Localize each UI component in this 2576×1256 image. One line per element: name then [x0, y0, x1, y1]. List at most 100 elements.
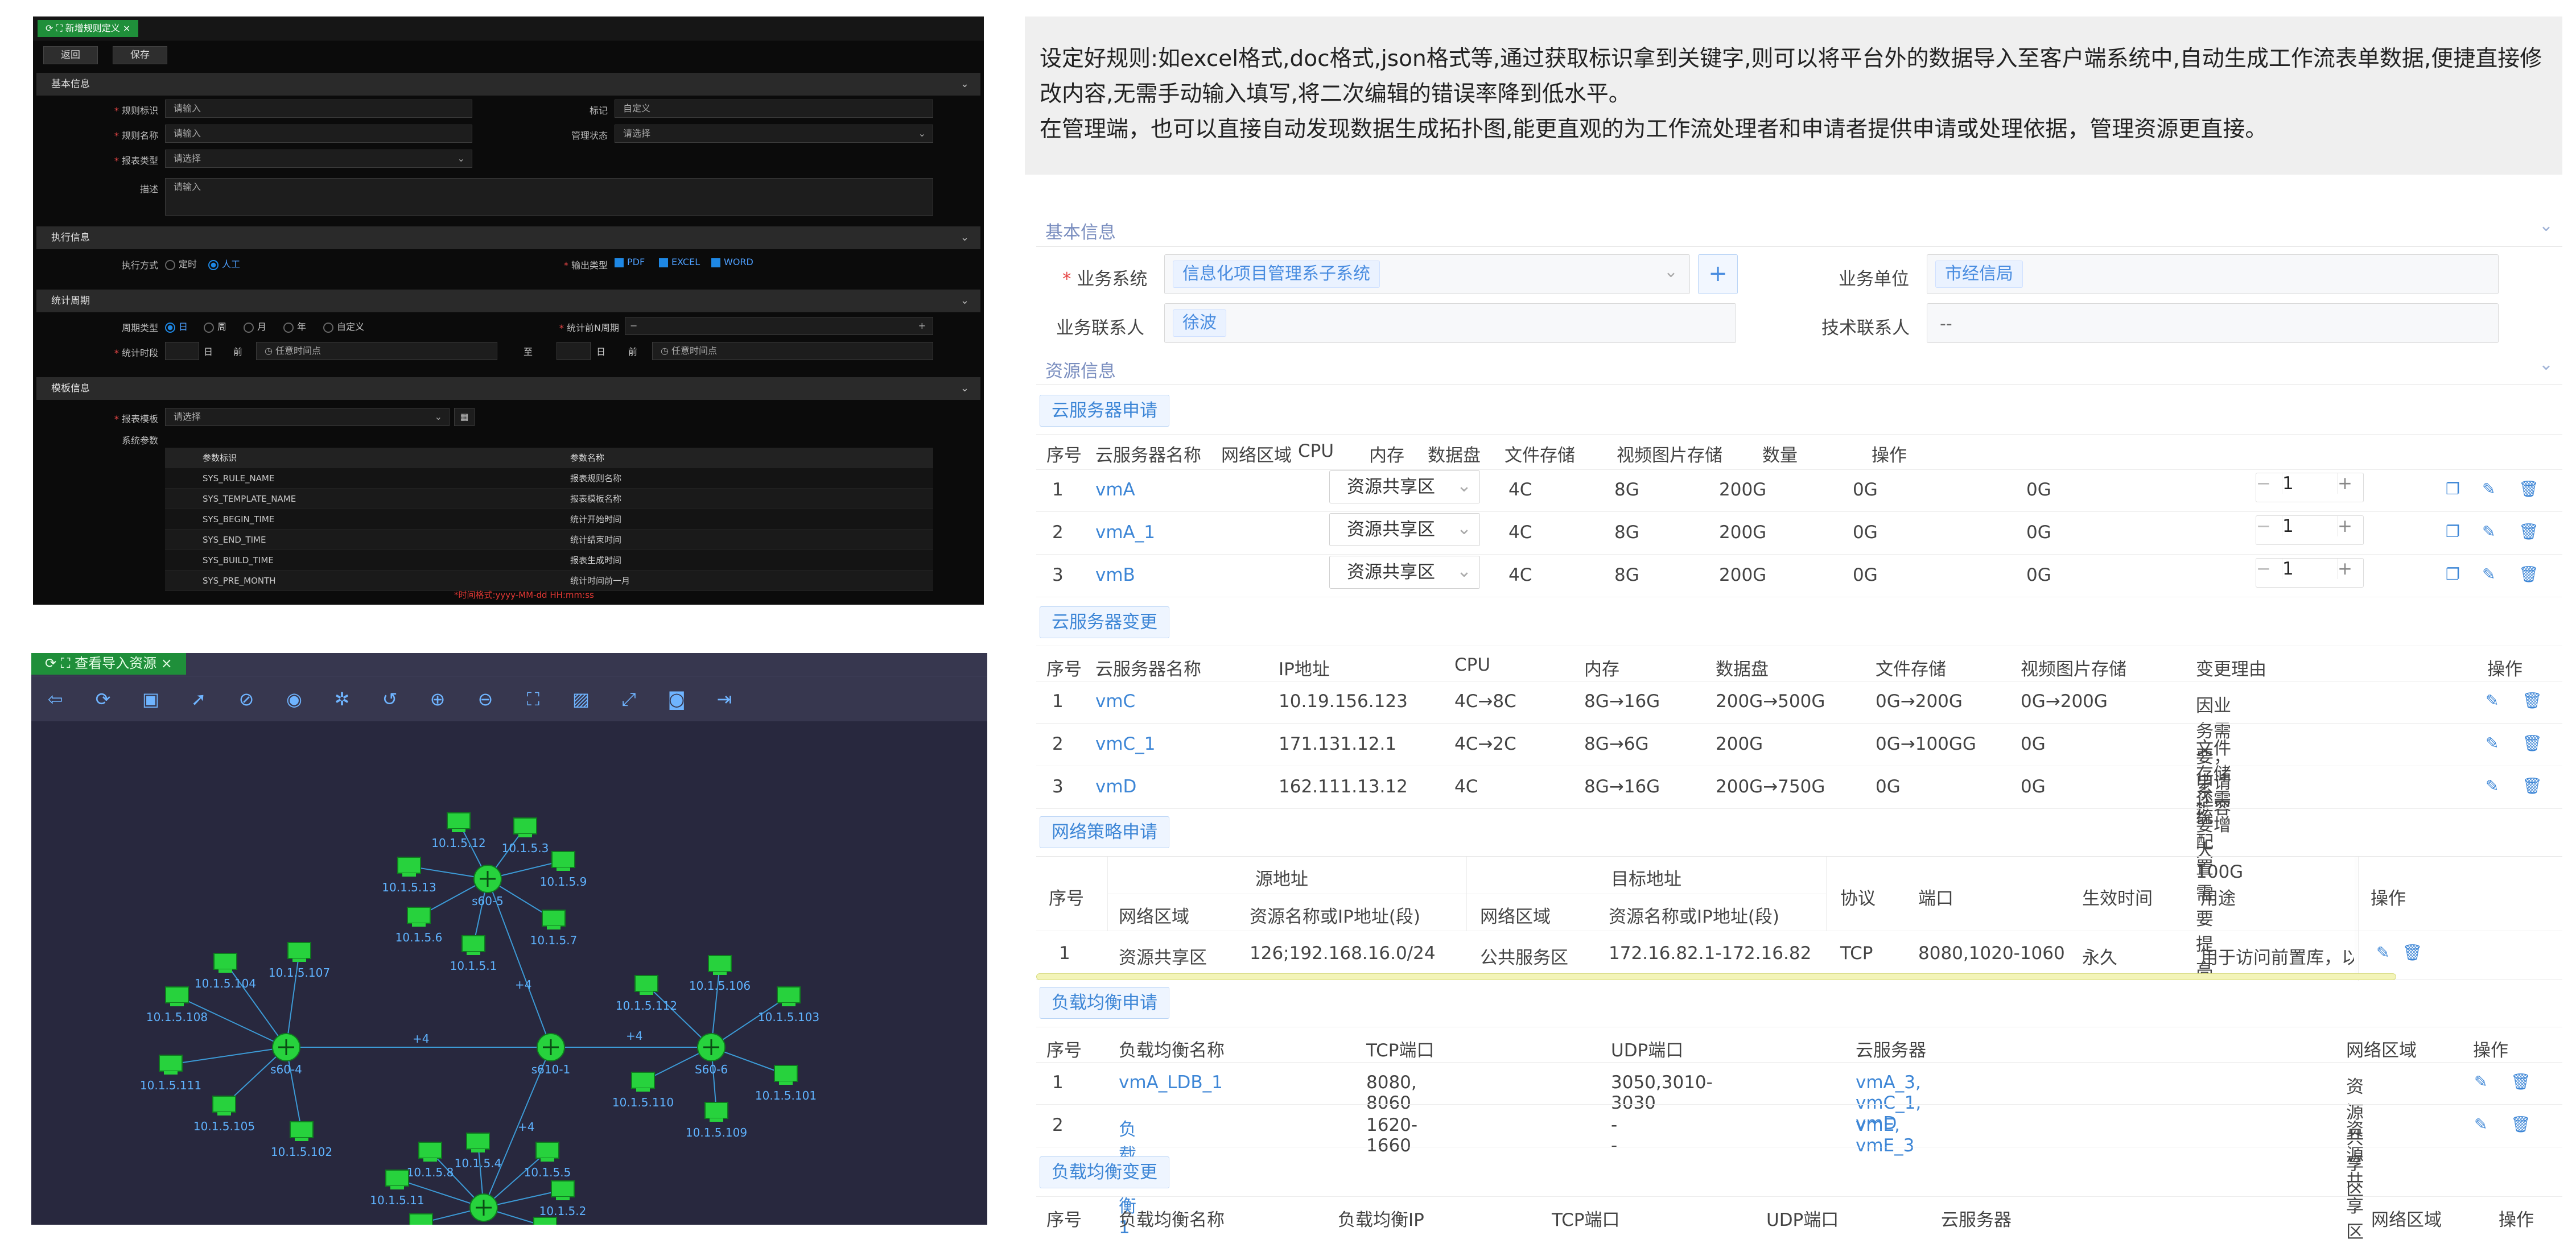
save-icon[interactable]: ▣ — [139, 688, 162, 710]
plus-icon[interactable]: + — [2337, 559, 2363, 579]
manage-state-select[interactable]: 请选择 ⌄ — [615, 125, 933, 143]
copy-icon[interactable]: ❐ — [2446, 480, 2472, 498]
plus-icon[interactable]: + — [2337, 516, 2363, 536]
cycle-month[interactable]: 月 — [244, 319, 266, 333]
rule-name-input[interactable]: 请输入 — [165, 125, 472, 143]
camera-icon[interactable]: ◙ — [665, 688, 688, 710]
output-word-checkbox[interactable]: WORD — [711, 257, 753, 267]
fit-screen-icon[interactable]: ⛶ — [522, 688, 545, 710]
net-policy-button[interactable]: 网络策略申请 — [1040, 816, 1169, 848]
cycle-week[interactable]: 周 — [204, 319, 226, 333]
minus-icon[interactable]: − — [2256, 559, 2282, 579]
period-start-time[interactable]: ◷ 任意时间点 — [256, 342, 497, 360]
grid-icon[interactable]: ▦ — [454, 408, 475, 426]
cell-servers[interactable]: vmE, vmE_3 — [1856, 1115, 1914, 1156]
copy-icon[interactable]: ❐ — [2446, 565, 2472, 584]
plus-icon[interactable]: + — [918, 317, 926, 334]
trash-icon[interactable]: 🗑 — [2519, 522, 2552, 541]
eye-icon[interactable]: ◉ — [283, 688, 306, 710]
minus-icon[interactable]: − — [630, 320, 637, 331]
report-template-select[interactable]: 请选择 ⌄ — [165, 408, 450, 426]
n-cycles-stepper[interactable]: − + — [625, 317, 933, 335]
period-end-time[interactable]: ◷ 任意时间点 — [652, 342, 933, 360]
quantity-stepper[interactable]: −1 + — [2256, 515, 2364, 545]
minus-icon[interactable]: − — [2256, 516, 2282, 536]
edit-icon[interactable]: ✎ — [2482, 522, 2508, 541]
settings-eye-icon[interactable]: ✲ — [331, 688, 353, 710]
report-type-select[interactable]: 请选择 ⌄ — [165, 150, 472, 168]
back-button[interactable]: 返回 — [43, 46, 98, 64]
section-basic[interactable]: 基本信息 ⌄ — [36, 73, 980, 96]
lb-change-button[interactable]: 负载均衡变更 — [1040, 1156, 1169, 1188]
cycle-day[interactable]: 日 — [165, 319, 188, 333]
period-end-n[interactable] — [557, 342, 591, 360]
quantity-stepper[interactable]: −1 + — [2256, 473, 2364, 502]
back-arrow-icon[interactable]: ⇦ — [44, 688, 67, 710]
image-icon[interactable]: ▨ — [570, 688, 592, 710]
section-exec[interactable]: 执行信息 ⌄ — [36, 226, 980, 249]
trash-icon[interactable]: 🗑 — [2511, 1115, 2544, 1134]
cloud-apply-button[interactable]: 云服务器申请 — [1040, 395, 1169, 427]
chevron-down-icon[interactable]: ⌄ — [2539, 354, 2553, 374]
trash-icon[interactable]: 🗑 — [2522, 734, 2555, 753]
rule-id-input[interactable]: 请输入 — [165, 100, 472, 118]
edit-icon[interactable]: ✎ — [2482, 480, 2508, 498]
cell-server-name[interactable]: vmB — [1095, 565, 1135, 585]
mark-input[interactable]: 自定义 — [615, 100, 933, 118]
edit-icon[interactable]: ✎ — [2482, 565, 2508, 584]
zoom-out-icon[interactable]: ⊖ — [474, 688, 497, 710]
period-start-n[interactable] — [165, 342, 199, 360]
output-pdf-checkbox[interactable]: PDF — [615, 257, 645, 267]
cell-lb-name[interactable]: vmA_LDB_1 — [1119, 1072, 1223, 1093]
trash-icon[interactable]: 🗑 — [2522, 776, 2555, 795]
cycle-custom[interactable]: 自定义 — [323, 319, 364, 333]
cloud-change-button[interactable]: 云服务器变更 — [1040, 606, 1169, 638]
edit-icon[interactable]: ✎ — [2486, 734, 2511, 753]
zone-select[interactable]: 资源共享区 ⌄ — [1329, 470, 1480, 503]
add-system-button[interactable]: + — [1698, 254, 1738, 294]
trash-icon[interactable]: 🗑 — [2522, 691, 2555, 710]
cycle-year[interactable]: 年 — [283, 319, 306, 333]
biz-contact-select[interactable]: 徐波 — [1164, 303, 1736, 343]
tab-new-rule[interactable]: ⟳ ⛶ 新增规则定义 × — [38, 20, 139, 37]
edit-icon[interactable]: ✎ — [2486, 691, 2511, 710]
edit-icon[interactable]: ✎ — [2376, 943, 2402, 962]
horizontal-scrollbar[interactable] — [1036, 973, 2396, 980]
eye-hide-icon[interactable]: ⊘ — [235, 688, 258, 710]
tech-contact-input[interactable]: -- — [1927, 303, 2499, 343]
lb-apply-button[interactable]: 负载均衡申请 — [1040, 987, 1169, 1019]
cell-server-name[interactable]: vmA — [1095, 480, 1135, 500]
refresh-icon[interactable]: ⟳ — [92, 688, 114, 710]
trash-icon[interactable]: 🗑 — [2519, 565, 2552, 584]
biz-unit-select[interactable]: 市经信局 — [1927, 254, 2499, 294]
trash-icon[interactable]: 🗑 — [2511, 1072, 2544, 1091]
minus-icon[interactable]: − — [2256, 473, 2282, 494]
biz-system-select[interactable]: 信息化项目管理系子系统 ⌄ — [1164, 254, 1690, 294]
edit-icon[interactable]: ✎ — [2474, 1115, 2500, 1134]
chevron-down-icon[interactable]: ⌄ — [2539, 216, 2553, 236]
desc-textarea[interactable]: 请输入 — [165, 178, 933, 216]
section-template[interactable]: 模板信息 ⌄ — [36, 377, 980, 400]
output-excel-checkbox[interactable]: EXCEL — [659, 257, 700, 267]
cell-server-name[interactable]: vmA_1 — [1095, 522, 1155, 543]
edit-icon[interactable]: ✎ — [2486, 776, 2511, 795]
export-icon[interactable]: ⇥ — [713, 688, 736, 710]
cell-server-name[interactable]: vmC — [1095, 691, 1135, 712]
section-stats[interactable]: 统计周期 ⌄ — [36, 290, 980, 312]
cell-server-name[interactable]: vmC_1 — [1095, 734, 1155, 754]
edit-icon[interactable]: ✎ — [2474, 1072, 2500, 1091]
trash-icon[interactable]: 🗑 — [2402, 943, 2435, 962]
exec-mode-manual[interactable]: 人工 — [208, 257, 240, 270]
fullscreen-icon[interactable]: ⤢ — [617, 688, 640, 710]
quantity-stepper[interactable]: −1 + — [2256, 558, 2364, 588]
zone-select[interactable]: 资源共享区 ⌄ — [1329, 513, 1480, 546]
pointer-icon[interactable]: ➚ — [187, 688, 210, 710]
exec-mode-timed[interactable]: 定时 — [165, 257, 197, 270]
zone-select[interactable]: 资源共享区 ⌄ — [1329, 556, 1480, 589]
save-button[interactable]: 保存 — [113, 46, 167, 64]
tab-view-imported[interactable]: ⟳ ⛶ 查看导入资源 × — [31, 653, 186, 675]
zoom-in-icon[interactable]: ⊕ — [426, 688, 449, 710]
plus-icon[interactable]: + — [2337, 473, 2363, 494]
copy-icon[interactable]: ❐ — [2446, 522, 2472, 541]
path-icon[interactable]: ↺ — [378, 688, 401, 710]
